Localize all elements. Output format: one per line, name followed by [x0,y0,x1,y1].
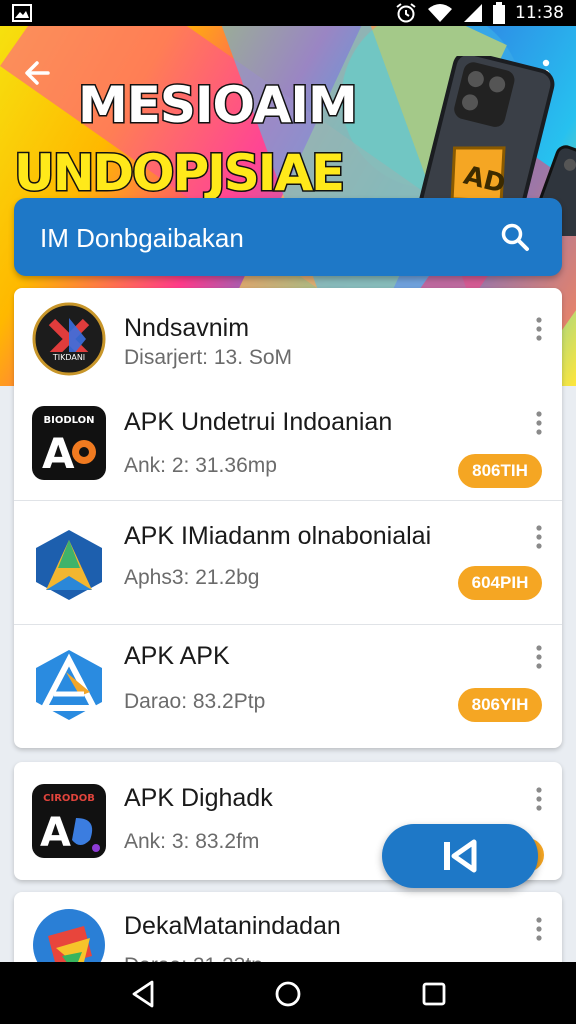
a-arrow-icon [32,648,106,722]
back-arrow-icon[interactable] [20,54,58,92]
app-meta: Ank: 3: 83.2fm [124,830,260,853]
image-notification-icon [12,4,32,22]
app-meta: Aphs3: 21.2bg [124,566,260,589]
alarm-icon [396,3,416,23]
more-options-icon[interactable] [532,524,546,550]
svg-text:A: A [42,429,75,478]
banner-title-line2: UNDOPJSIAE [12,144,346,202]
install-badge[interactable]: 806YIH [458,688,542,722]
install-badge[interactable]: 604PIH [458,566,542,600]
list-item[interactable]: APK APK Darao: 83.2Ptp 806YIH [14,632,562,748]
a-letter-icon: BIODLON A [32,406,106,480]
app-name: Nndsavnim [124,314,250,342]
system-nav-bar [0,962,576,1024]
svg-text:BIODLON: BIODLON [43,415,94,426]
search-icon[interactable] [500,222,530,252]
list-item[interactable]: APK IMiadanm olnabonialai Aphs3: 21.2bg … [14,512,562,632]
app-name: APK IMiadanm olnabonialai [124,522,432,550]
search-bar[interactable] [14,198,562,276]
status-bar: 11:38 [0,0,576,26]
battery-icon [493,2,505,24]
app-meta: Disarjert: 13. SoM [124,346,293,369]
more-options-icon[interactable] [532,410,546,436]
install-badge[interactable]: 806TIH [458,454,542,488]
more-options-icon[interactable] [532,786,546,812]
list-item[interactable]: BIODLON A APK Undetrui Indoanian Ank: 2:… [14,388,562,500]
a-triangle-icon [36,530,102,600]
signal-icon [464,4,482,22]
more-options-icon[interactable] [532,316,546,342]
divider [14,500,562,501]
nav-recents-icon[interactable] [418,978,450,1010]
svg-text:TIKDANI: TIKDANI [52,353,85,362]
app-list-card: TIKDANI Nndsavnim Disarjert: 13. SoM BIO… [14,288,562,748]
wifi-icon [428,4,452,22]
nav-back-icon[interactable] [128,978,160,1010]
list-item[interactable]: TIKDANI Nndsavnim Disarjert: 13. SoM [14,288,562,388]
clock: 11:38 [515,3,564,23]
app-meta: Ank: 2: 31.36mp [124,454,277,477]
floating-action-button[interactable] [382,824,538,888]
skip-back-icon [444,839,477,873]
more-options-icon[interactable] [532,644,546,670]
svg-text:CIRODOB: CIRODOB [43,793,95,804]
app-name: APK Undetrui Indoanian [124,408,393,436]
banner-title-line1: MESIOAIM [77,76,360,134]
more-options-icon[interactable] [532,916,546,942]
app-name: DekaMatanindadan [124,912,341,940]
a-dark-icon: CIRODOB A [32,784,106,858]
nav-home-icon[interactable] [272,978,304,1010]
badge-x-icon: TIKDANI [32,302,106,376]
search-input[interactable] [38,216,482,260]
svg-text:A: A [40,810,71,856]
app-name: APK Dighadk [124,784,273,812]
app-name: APK APK [124,642,230,670]
divider [14,624,562,625]
app-meta: Darao: 83.2Ptp [124,690,266,713]
